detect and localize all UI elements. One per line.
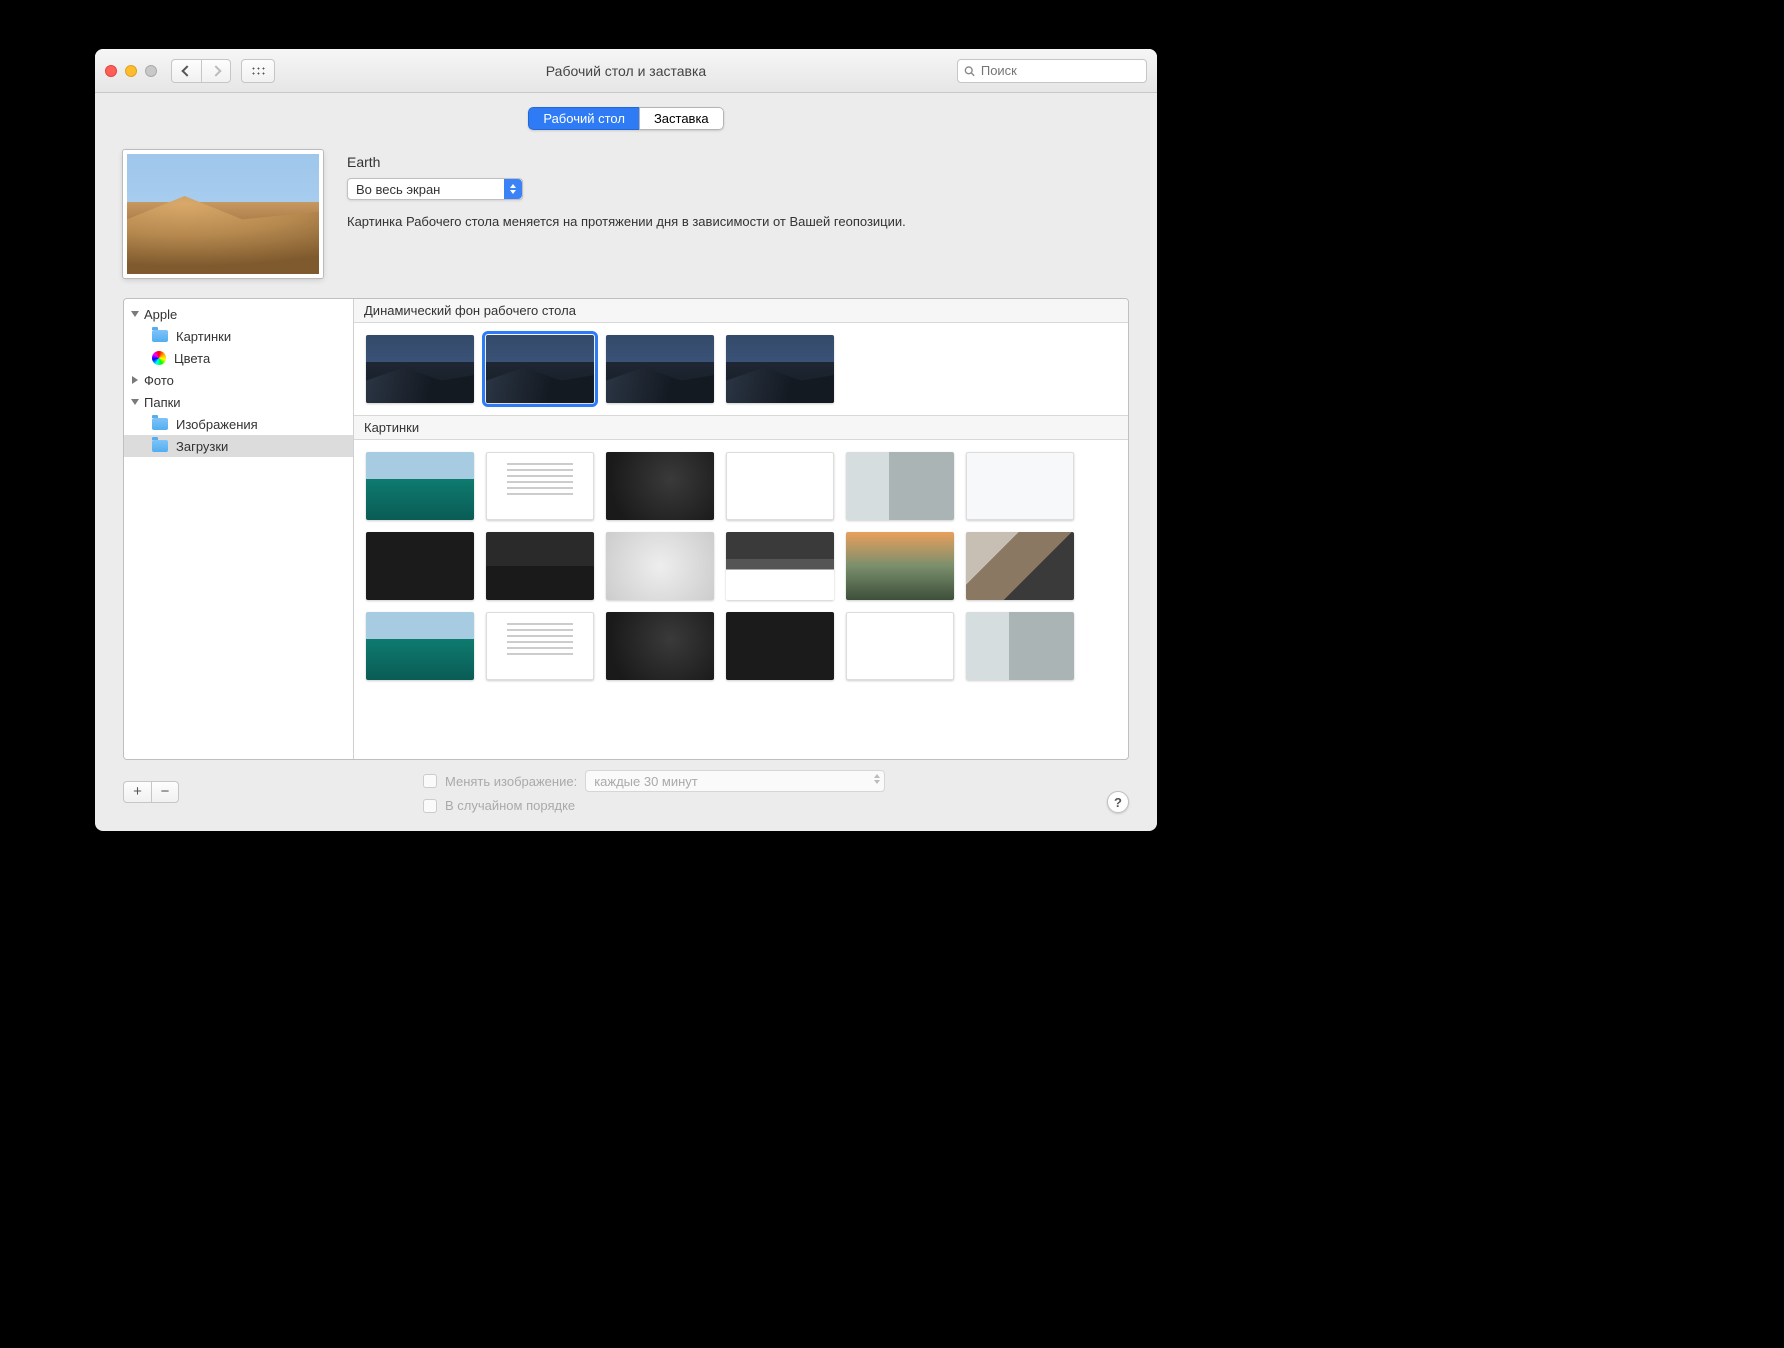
wallpaper-name: Earth [347, 154, 1129, 170]
tab-bar: Рабочий стол Заставка [95, 93, 1157, 130]
titlebar: Рабочий стол и заставка [95, 49, 1157, 93]
wallpaper-description: Картинка Рабочего стола меняется на прот… [347, 214, 1129, 229]
picture-thumb[interactable] [486, 452, 594, 520]
remove-folder-button[interactable]: − [151, 781, 179, 803]
add-folder-button[interactable]: + [123, 781, 151, 803]
back-button[interactable] [171, 59, 201, 83]
forward-button [201, 59, 231, 83]
section-dynamic-header: Динамический фон рабочего стола [354, 299, 1128, 323]
change-picture-label: Менять изображение: [445, 774, 577, 789]
traffic-lights [105, 65, 157, 77]
disclosure-triangle-icon[interactable] [131, 399, 139, 405]
fill-mode-value: Во весь экран [356, 182, 440, 197]
color-wheel-icon [152, 351, 166, 365]
folder-icon [152, 440, 168, 452]
tab-screensaver[interactable]: Заставка [639, 107, 724, 130]
change-interval-value: каждые 30 минут [594, 774, 698, 789]
sidebar-item-label: Изображения [176, 417, 258, 432]
preferences-window: Рабочий стол и заставка Рабочий стол Зас… [95, 49, 1157, 831]
select-arrows-icon [504, 179, 522, 199]
section-pictures-header: Картинки [354, 415, 1128, 440]
picture-thumb[interactable] [606, 612, 714, 680]
sidebar-item-apple[interactable]: Apple [124, 303, 353, 325]
zoom-button [145, 65, 157, 77]
random-order-label: В случайном порядке [445, 798, 575, 813]
folder-icon [152, 418, 168, 430]
search-field[interactable] [957, 59, 1147, 83]
sidebar-item-label: Папки [144, 395, 181, 410]
picture-thumb[interactable] [966, 612, 1074, 680]
folder-icon [152, 330, 168, 342]
show-all-button[interactable] [241, 59, 275, 83]
sidebar-item-pictures[interactable]: Картинки [124, 325, 353, 347]
search-input[interactable] [981, 63, 1140, 78]
picture-thumb[interactable] [846, 452, 954, 520]
grid-icon [251, 66, 265, 76]
dynamic-wallpaper-thumb[interactable] [726, 335, 834, 403]
minimize-button[interactable] [125, 65, 137, 77]
fill-mode-select[interactable]: Во весь экран [347, 178, 523, 200]
sidebar-item-label: Цвета [174, 351, 210, 366]
picture-thumb[interactable] [606, 532, 714, 600]
wallpaper-preview [123, 150, 323, 278]
picture-thumb[interactable] [366, 612, 474, 680]
bottom-controls: + − Менять изображение: каждые 30 минут … [123, 760, 1129, 813]
chevron-left-icon [181, 65, 192, 76]
change-interval-select: каждые 30 минут [585, 770, 885, 792]
picture-thumb[interactable] [966, 452, 1074, 520]
chevron-right-icon [210, 65, 221, 76]
sidebar-item-folders[interactable]: Папки [124, 391, 353, 413]
add-remove-group: + − [123, 781, 179, 803]
search-icon [964, 65, 975, 77]
dynamic-wallpaper-thumb[interactable] [366, 335, 474, 403]
current-wallpaper-row: Earth Во весь экран Картинка Рабочего ст… [123, 150, 1129, 278]
picture-thumb[interactable] [846, 532, 954, 600]
content-area: Earth Во весь экран Картинка Рабочего ст… [95, 130, 1157, 831]
sidebar-item-downloads[interactable]: Загрузки [124, 435, 353, 457]
picture-thumb[interactable] [846, 612, 954, 680]
dynamic-wallpaper-thumb[interactable] [486, 335, 594, 403]
sidebar-item-label: Фото [144, 373, 174, 388]
wallpaper-gallery[interactable]: Динамический фон рабочего стола Картинки [354, 299, 1128, 759]
sidebar-item-label: Картинки [176, 329, 231, 344]
dynamic-wallpaper-thumb[interactable] [606, 335, 714, 403]
sidebar-item-photo[interactable]: Фото [124, 369, 353, 391]
sidebar-item-label: Apple [144, 307, 177, 322]
wallpaper-browser: Apple Картинки Цвета Фото Папки [123, 298, 1129, 760]
source-sidebar: Apple Картинки Цвета Фото Папки [124, 299, 354, 759]
picture-thumb[interactable] [366, 452, 474, 520]
picture-thumb[interactable] [966, 532, 1074, 600]
close-button[interactable] [105, 65, 117, 77]
disclosure-triangle-icon[interactable] [132, 376, 138, 384]
picture-thumb[interactable] [726, 532, 834, 600]
picture-thumb[interactable] [726, 452, 834, 520]
sidebar-item-colors[interactable]: Цвета [124, 347, 353, 369]
change-options: Менять изображение: каждые 30 минут В сл… [423, 770, 885, 813]
picture-thumb[interactable] [606, 452, 714, 520]
nav-buttons [171, 59, 231, 83]
random-order-checkbox [423, 799, 437, 813]
sidebar-item-images[interactable]: Изображения [124, 413, 353, 435]
help-button[interactable]: ? [1107, 791, 1129, 813]
picture-thumb[interactable] [366, 532, 474, 600]
picture-thumb[interactable] [726, 612, 834, 680]
disclosure-triangle-icon[interactable] [131, 311, 139, 317]
select-arrows-icon [874, 774, 880, 784]
tab-desktop[interactable]: Рабочий стол [528, 107, 639, 130]
picture-thumb[interactable] [486, 612, 594, 680]
sidebar-item-label: Загрузки [176, 439, 228, 454]
picture-thumb[interactable] [486, 532, 594, 600]
change-picture-checkbox[interactable] [423, 774, 437, 788]
